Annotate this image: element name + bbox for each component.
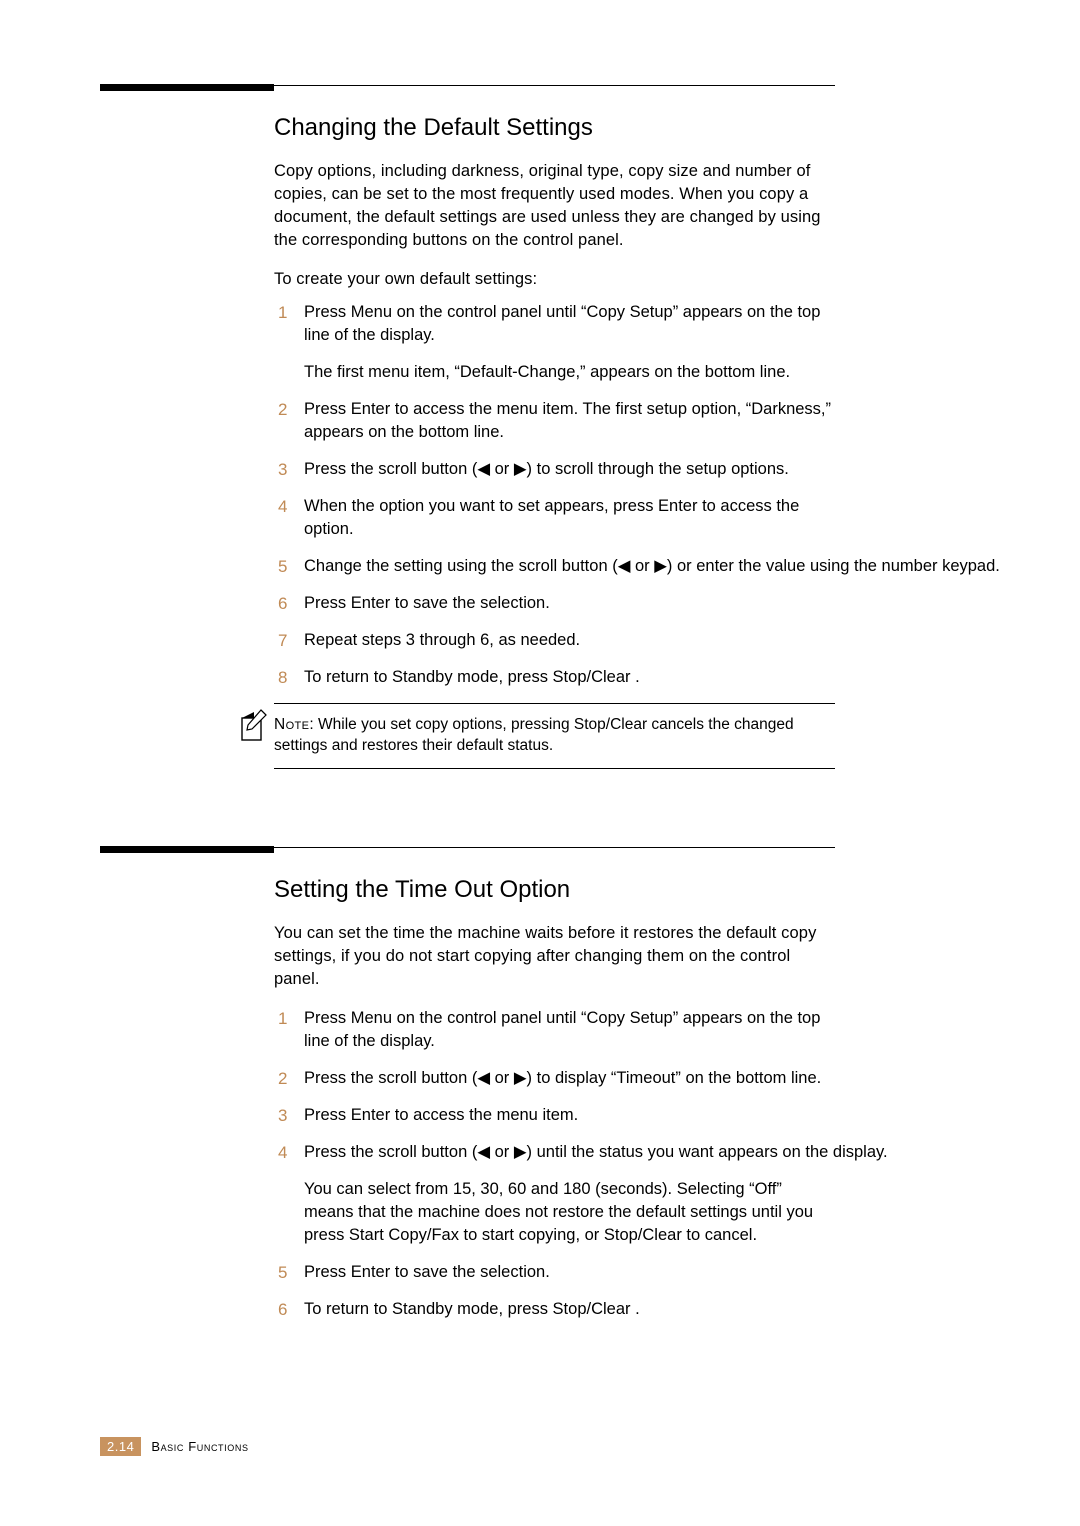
step-item: To return to Standby mode, press Stop/Cl…	[274, 666, 835, 689]
section-changing-defaults: Changing the Default Settings Copy optio…	[274, 114, 835, 689]
step-text: Press Enter to access the menu item. The…	[304, 400, 831, 441]
note-pencil-icon	[240, 708, 268, 742]
step-text: To return to Standby mode, press Stop/Cl…	[304, 668, 640, 686]
section-divider	[274, 85, 835, 86]
step-item: Press Enter to save the selection.	[274, 1261, 835, 1284]
step-text: Press Menu on the control panel until “C…	[304, 303, 820, 344]
step-subtext: The first menu item, “Default-Change,” a…	[304, 361, 835, 384]
section-rule	[100, 847, 835, 848]
intro-paragraph: Copy options, including darkness, origin…	[274, 160, 835, 252]
step-text: Press Enter to access the menu item.	[304, 1106, 578, 1124]
section-divider	[274, 847, 835, 848]
step-text: When the option you want to set appears,…	[304, 497, 799, 538]
heading-timeout: Setting the Time Out Option	[274, 876, 835, 904]
page-footer: 2.14 Basic Functions	[100, 1437, 249, 1456]
step-text: Press Menu on the control panel until “C…	[304, 1009, 820, 1050]
section-timeout: Setting the Time Out Option You can set …	[274, 876, 835, 1321]
note-text: : While you set copy options, pressing S…	[274, 716, 794, 754]
step-item: Press Menu on the control panel until “C…	[274, 1007, 835, 1053]
section-accent-bar	[100, 846, 274, 853]
step-text: Press Enter to save the selection.	[304, 1263, 550, 1281]
step-text: Repeat steps 3 through 6, as needed.	[304, 631, 580, 649]
step-text: Press the scroll button (◀ or ▶) to scro…	[304, 460, 789, 478]
step-item: When the option you want to set appears,…	[274, 495, 835, 541]
step-item: Press Enter to access the menu item.	[274, 1104, 835, 1127]
step-item: Press Enter to access the menu item. The…	[274, 398, 835, 444]
heading-changing-defaults: Changing the Default Settings	[274, 114, 835, 142]
step-text: Press the scroll button (◀ or ▶) until t…	[304, 1143, 888, 1161]
steps-list-s1: Press Menu on the control panel until “C…	[274, 301, 835, 689]
steps-list-s2: Press Menu on the control panel until “C…	[274, 1007, 835, 1321]
step-item: Press Enter to save the selection.	[274, 592, 835, 615]
step-text: Press the scroll button (◀ or ▶) to disp…	[304, 1069, 821, 1087]
section-rule	[100, 85, 835, 86]
intro-paragraph: You can set the time the machine waits b…	[274, 922, 835, 991]
page-number: 2.14	[100, 1437, 141, 1456]
note-block: Note: While you set copy options, pressi…	[274, 703, 835, 769]
step-item: Press the scroll button (◀ or ▶) to scro…	[274, 458, 835, 481]
step-item: Press the scroll button (◀ or ▶) to disp…	[274, 1067, 835, 1090]
step-item: To return to Standby mode, press Stop/Cl…	[274, 1298, 835, 1321]
step-item: Repeat steps 3 through 6, as needed.	[274, 629, 835, 652]
footer-section-label: Basic Functions	[151, 1439, 248, 1454]
lead-in: To create your own default settings:	[274, 268, 835, 291]
step-subtext: You can select from 15, 30, 60 and 180 (…	[304, 1178, 835, 1247]
step-item: Press the scroll button (◀ or ▶) until t…	[274, 1141, 835, 1247]
step-item: Change the setting using the scroll butt…	[274, 555, 835, 578]
step-text: To return to Standby mode, press Stop/Cl…	[304, 1300, 640, 1318]
step-item: Press Menu on the control panel until “C…	[274, 301, 835, 384]
manual-page: Changing the Default Settings Copy optio…	[0, 0, 1080, 1526]
note-label: Note	[274, 716, 309, 733]
section-accent-bar	[100, 84, 274, 91]
section-spacer	[100, 769, 835, 847]
step-text: Change the setting using the scroll butt…	[304, 557, 1000, 575]
step-text: Press Enter to save the selection.	[304, 594, 550, 612]
